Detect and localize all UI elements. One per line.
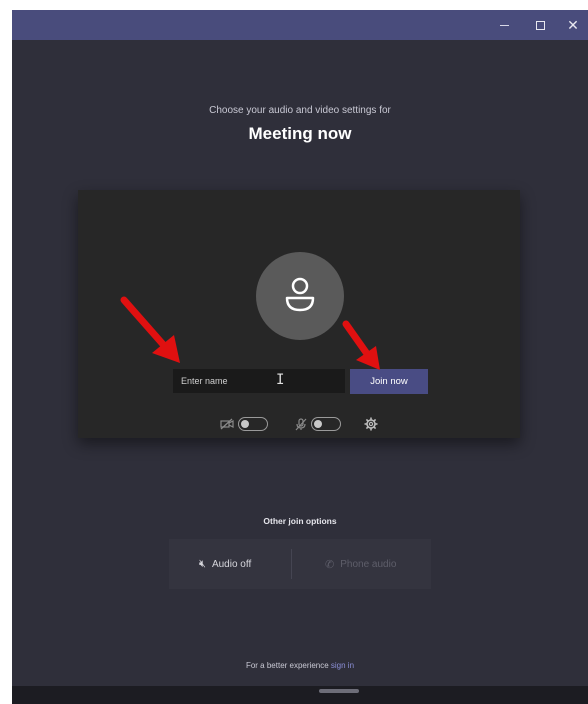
avatar	[256, 252, 344, 340]
speaker-off-icon: 🔇︎	[199, 557, 206, 570]
meeting-title: Meeting now	[248, 124, 352, 143]
close-icon: ✕	[567, 16, 579, 33]
minimize-icon	[499, 24, 509, 26]
options-divider	[291, 549, 292, 579]
other-join-options-heading: Other join options	[263, 516, 337, 526]
phone-icon: ✆	[325, 558, 335, 571]
annotation-arrow-left	[120, 296, 180, 363]
sign-in-link[interactable]: sign in	[331, 661, 354, 670]
title-bar: ✕	[12, 10, 588, 40]
sign-in-hint: For a better experience sign in	[12, 661, 588, 670]
audio-off-label: Audio off	[211, 558, 252, 570]
name-input[interactable]	[173, 369, 345, 393]
maximize-icon	[535, 20, 545, 30]
maximize-button[interactable]	[522, 10, 558, 40]
other-join-options: 🔇︎ Audio off ✆ Phone audio	[169, 539, 431, 589]
mic-off-icon	[295, 418, 307, 431]
person-icon	[285, 277, 315, 312]
minimize-button[interactable]	[486, 10, 522, 40]
drag-handle[interactable]	[319, 689, 359, 693]
camera-toggle-knob	[241, 419, 249, 428]
text-cursor-icon: I	[276, 372, 285, 388]
phone-audio-option[interactable]: ✆ Phone audio	[325, 539, 396, 589]
bottom-bar	[12, 686, 588, 704]
annotation-arrow-right	[342, 320, 380, 370]
sign-in-hint-text: For a better experience	[245, 661, 329, 670]
join-now-button[interactable]: Join now	[350, 369, 428, 394]
mic-toggle[interactable]	[311, 417, 341, 431]
phone-audio-label: Phone audio	[340, 558, 397, 570]
audio-off-option[interactable]: 🔇︎ Audio off	[199, 539, 251, 589]
camera-toggle[interactable]	[238, 417, 268, 431]
teams-window: ✕ Choose your audio and video settings f…	[12, 10, 588, 704]
gear-icon[interactable]	[364, 417, 378, 431]
meeting-subtitle: Choose your audio and video settings for	[209, 105, 391, 116]
camera-off-icon	[220, 418, 234, 430]
close-button[interactable]: ✕	[555, 10, 588, 40]
mic-toggle-knob	[314, 419, 322, 428]
